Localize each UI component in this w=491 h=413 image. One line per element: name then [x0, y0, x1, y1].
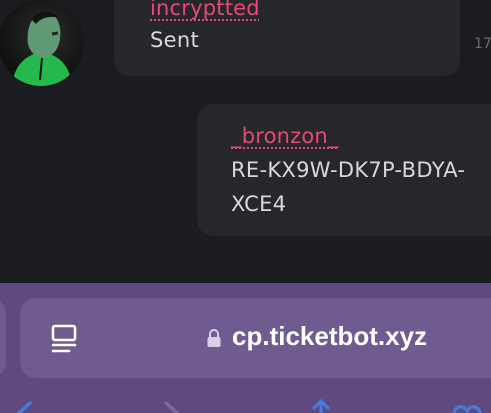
forward-arrow-icon[interactable] — [156, 399, 190, 413]
message-text: Sent — [150, 28, 199, 52]
bookmarks-icon[interactable] — [450, 399, 484, 413]
message-bubble[interactable]: incryptted Sent — [114, 0, 460, 76]
message-text-line: XCE4 — [231, 192, 287, 216]
back-arrow-icon[interactable] — [8, 399, 42, 413]
address-bar[interactable]: cp.ticketbot.xyz — [20, 298, 491, 378]
message-sender[interactable]: incryptted — [150, 0, 260, 20]
message-bubble[interactable]: _bronzon_ RE-KX9W-DK7P-BDYA- XCE4 — [197, 104, 491, 236]
share-icon[interactable] — [304, 399, 338, 413]
screen: incryptted Sent 17 _bronzon_ RE-KX9W-DK7… — [0, 0, 491, 413]
user-avatar[interactable] — [0, 0, 84, 86]
avatar-image — [12, 11, 72, 86]
chat-area[interactable]: incryptted Sent 17 _bronzon_ RE-KX9W-DK7… — [0, 0, 491, 283]
previous-tab-pill[interactable] — [0, 298, 6, 378]
message-sender[interactable]: _bronzon_ — [231, 124, 339, 148]
lock-icon — [207, 329, 221, 347]
browser-toolbar: cp.ticketbot.xyz — [0, 283, 491, 413]
message-text-line: RE-KX9W-DK7P-BDYA- — [231, 158, 466, 182]
message-timestamp: 17 — [474, 36, 491, 52]
reader-view-icon[interactable] — [50, 324, 78, 354]
url-text[interactable]: cp.ticketbot.xyz — [232, 321, 427, 352]
